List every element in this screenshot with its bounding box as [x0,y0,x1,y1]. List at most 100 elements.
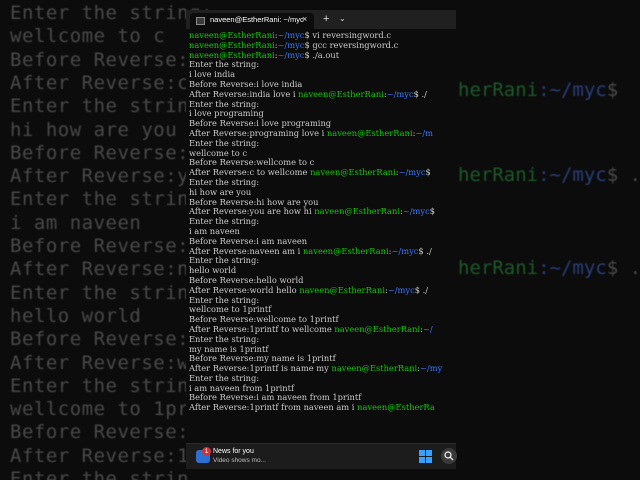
taskbar: 1 News for you Video shows mo... [186,443,457,469]
bg-text-line: After Reverse:n [10,258,190,281]
bg-text-line: After Reverse:w [10,351,190,374]
bg-fragment-1: herRani:~/myc$ [458,79,619,101]
prompt-user: naveen@EstherRani [189,40,275,50]
prompt-user: naveen@EstherRani [298,89,384,99]
output-text: Enter the string: [189,256,260,266]
bg-text-line: Enter the strin [10,374,190,397]
terminal-line: Enter the string: [189,256,456,266]
terminal-line: Enter the string: [189,217,456,227]
bg-text-line: Before Reverse: [10,328,190,351]
terminal-line: wellcome to c [189,149,456,159]
prompt-path: ~/myc [277,40,305,50]
command-text: $ vi reversingword.c [304,31,391,40]
prompt-user: naveen@EstherRa [357,403,435,413]
output-text: Before Reverse:hello world [189,275,304,285]
output-text: wellcome to 1printf [189,305,272,315]
output-text: Before Reverse:i am naveen from 1printf [189,393,362,403]
terminal-line: hi how are you [189,188,456,198]
terminal-line: Enter the string: [189,100,456,110]
output-text: After Reverse:programing love i [189,128,327,138]
terminal-line: Before Reverse:hi how are you [189,198,456,208]
prompt-tail: $ [425,168,431,178]
prompt-path: ~/myc [402,207,430,217]
terminal-output[interactable]: naveen@EstherRani:~/myc$ vi reversingwor… [189,31,456,413]
output-text: After Reverse:1printf from naveen am i [189,403,358,413]
terminal-tab[interactable]: naveen@EstherRani: ~/myc × [190,13,314,29]
prompt-path: ~/myc [386,89,414,99]
output-text: Before Reverse:hi how are you [189,197,319,207]
bg-text-line: Before Reverse: [10,48,190,71]
terminal-line: After Reverse:you are how hi naveen@Esth… [189,207,456,217]
output-text: After Reverse:you are how hi [189,207,315,217]
terminal-line: naveen@EstherRani:~/myc$ vi reversingwor… [189,31,456,41]
prompt-user: naveen@EstherRani [302,246,389,256]
bg-text-line: i am naveen [10,211,142,234]
prompt-user: naveen@EstherRani [189,50,275,60]
prompt-path: ~/myc [398,168,426,178]
news-title[interactable]: News for you [213,448,254,455]
output-text: Before Reverse:i love india [189,79,303,89]
bg-text-line: wellcome to 1pr [10,398,190,421]
output-text: After Reverse:c to wellcome [189,168,311,178]
terminal-line: Before Reverse:wellcome to c [189,158,456,168]
prompt-path: ~/ [422,324,433,334]
prompt-user: naveen@EstherRani [314,207,400,217]
prompt-path: ~/my [419,364,443,374]
terminal-line: After Reverse:1printf from naveen am i n… [189,403,456,413]
terminal-line: After Reverse:1printf is name my naveen@… [189,364,456,374]
output-text: hello world [189,266,237,276]
terminal-line: Before Reverse:i am naveen from 1printf [189,393,456,403]
output-text: Enter the string: [189,373,260,383]
terminal-line: i love india [189,70,456,80]
output-text: After Reverse:1printf is name my [189,364,332,374]
output-text: i love programing [189,109,264,119]
notification-badge: 1 [202,447,211,456]
bg-text-line: wellcome to c [10,25,166,48]
terminal-window[interactable]: naveen@EstherRani: ~/myc × + ⌄ naveen@Es… [186,10,456,443]
terminal-line: After Reverse:world hello naveen@EstherR… [189,286,456,296]
bg-text-line: Before Reverse: [10,421,190,444]
terminal-line: naveen@EstherRani:~/myc$ gcc reversingwo… [189,41,456,51]
bg-text-line: After Reverse:1 [10,444,190,467]
output-text: After Reverse:naveen am i [189,246,303,256]
bg-text-line: After Reverse:y [10,165,190,188]
output-text: Enter the string: [189,99,260,109]
tab-title: naveen@EstherRani: ~/myc [210,15,304,24]
prompt-path: ~/myc [277,31,305,40]
bg-text-line: Enter the strin [10,188,190,211]
prompt-tail: $ ./ [418,246,432,256]
output-text: Enter the string: [189,60,260,70]
output-text: Before Reverse:i love programing [189,119,332,129]
prompt-path: ~/myc [277,50,305,60]
prompt-tail: $ ./ [413,89,427,99]
terminal-line: my name is 1printf [189,345,456,355]
search-icon[interactable] [441,448,457,464]
prompt-user: naveen@EstherRani [299,285,385,295]
terminal-line: i am naveen from 1printf [189,384,456,394]
terminal-line: i am naveen [189,227,456,237]
bg-fragment-2: herRani:~/myc$ ./ [458,257,640,279]
bg-text-line: Enter the strin [10,468,190,480]
prompt-path: ~/myc [391,246,419,256]
terminal-line: hello world [189,266,456,276]
terminal-line: naveen@EstherRani:~/myc$ ./a.out [189,51,456,61]
prompt-user: naveen@EstherRani [334,324,421,334]
output-text: Before Reverse:wellcome to c [189,158,315,168]
terminal-line: wellcome to 1printf [189,305,456,315]
title-bar[interactable]: naveen@EstherRani: ~/myc × + ⌄ [186,10,456,29]
output-text: hi how are you [189,187,252,197]
output-text: i am naveen from 1printf [189,383,295,393]
terminal-line: After Reverse:1printf to wellcome naveen… [189,325,456,335]
terminal-icon [196,17,205,25]
close-tab-icon[interactable]: × [302,14,307,24]
output-text: Before Reverse:my name is 1printf [189,354,336,364]
command-text: $ ./a.out [304,50,340,60]
terminal-line: Enter the string: [189,374,456,384]
chevron-down-icon[interactable]: ⌄ [339,14,346,23]
bg-text-line: hello world [10,304,142,327]
terminal-line: After Reverse:c to wellcome naveen@Esthe… [189,168,456,178]
new-tab-button[interactable]: + [323,13,329,25]
output-text: Before Reverse:wellcome to 1printf [189,315,339,325]
news-subtitle[interactable]: Video shows mo... [213,457,266,464]
windows-start-icon[interactable] [419,450,433,464]
